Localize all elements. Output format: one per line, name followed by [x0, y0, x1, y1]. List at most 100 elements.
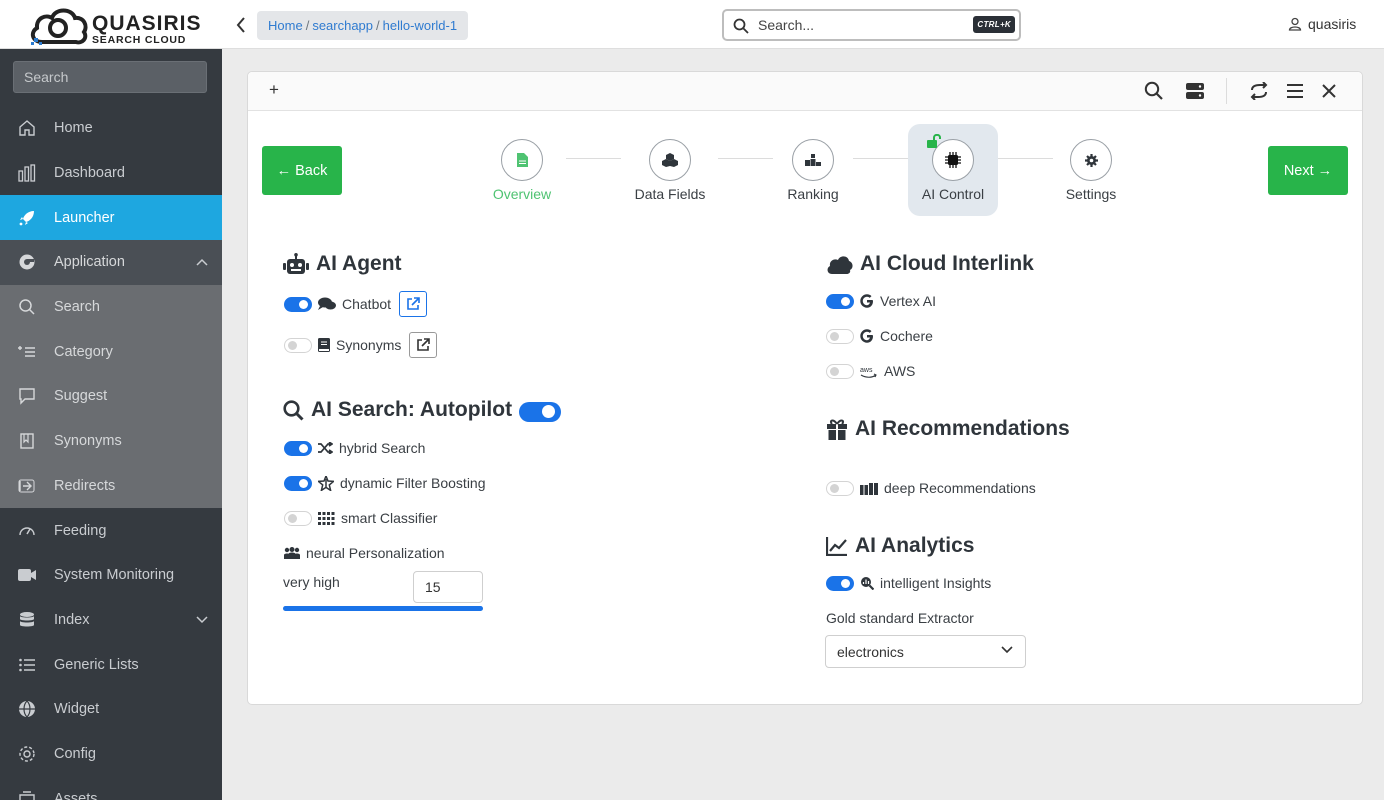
step-ranking[interactable]: Ranking — [763, 124, 863, 202]
back-button[interactable]: ← Back — [262, 146, 342, 195]
back-chevron-icon[interactable] — [232, 14, 250, 36]
level-slider-fill — [283, 606, 483, 611]
aws-toggle[interactable] — [826, 363, 854, 379]
search-icon — [17, 297, 37, 317]
chatbot-row: Chatbot — [284, 291, 428, 317]
sidebar-item-label: System Monitoring — [54, 567, 175, 584]
cochere-label: Cochere — [880, 328, 933, 344]
level-slider[interactable] — [283, 606, 483, 611]
sidebar: Home Dashboard Launcher Application Sear… — [0, 49, 222, 800]
cochere-row: Cochere — [826, 328, 933, 344]
sidebar-search[interactable] — [13, 61, 207, 93]
sidebar-item-launcher[interactable]: Launcher — [0, 195, 222, 241]
section-title-text: AI Recommendations — [855, 417, 1070, 440]
sidebar-item-system-monitoring[interactable]: System Monitoring — [0, 553, 222, 598]
deep-recommendations-toggle[interactable] — [826, 480, 854, 496]
sidebar-item-redirects[interactable]: Redirects — [0, 463, 222, 509]
chatbot-open-button[interactable] — [399, 291, 428, 317]
section-title-text: AI Agent — [316, 252, 402, 275]
ai-analytics-title: AI Analytics — [826, 534, 974, 558]
chevron-down-icon — [1001, 646, 1013, 654]
google-icon — [860, 294, 873, 308]
step-data-fields[interactable]: Data Fields — [620, 124, 720, 202]
sidebar-item-widget[interactable]: Widget — [0, 687, 222, 732]
global-search-input[interactable] — [758, 16, 958, 34]
menu-icon[interactable] — [1284, 80, 1306, 102]
next-button[interactable]: Next → — [1268, 146, 1348, 195]
chatbot-label: Chatbot — [342, 296, 392, 312]
sidebar-item-index[interactable]: Index — [0, 598, 222, 643]
top-bar: QUASIRIS SEARCH CLOUD Home / searchapp / h… — [0, 0, 1384, 49]
smart-classifier-toggle[interactable] — [284, 510, 312, 526]
step-label: AI Control — [921, 186, 985, 202]
dynamic-boosting-row: dynamic Filter Boosting — [284, 475, 486, 491]
ai-search-title: AI Search: Autopilot — [283, 398, 562, 422]
sidebar-item-synonyms[interactable]: Synonyms — [0, 418, 222, 464]
sidebar-search-input[interactable] — [14, 62, 206, 92]
intelligent-insights-toggle[interactable] — [826, 575, 854, 591]
step-overview[interactable]: Overview — [472, 124, 572, 202]
shortcut-badge: CTRL+K — [973, 16, 1015, 33]
hybrid-search-row: hybrid Search — [284, 440, 425, 456]
sidebar-item-category[interactable]: Category — [0, 329, 222, 375]
chatbot-toggle[interactable] — [284, 296, 312, 312]
intelligent-insights-label: intelligent Insights — [880, 575, 992, 591]
add-button[interactable]: + — [269, 80, 279, 100]
sidebar-item-search[interactable]: Search — [0, 284, 222, 330]
comments-icon — [318, 297, 336, 310]
cochere-toggle[interactable] — [826, 328, 854, 344]
deep-recommendations-row: deep Recommendations — [826, 480, 1036, 496]
sidebar-item-label: Search — [54, 299, 100, 316]
hybrid-search-toggle[interactable] — [284, 440, 312, 456]
server-icon[interactable] — [1184, 80, 1206, 102]
chevron-up-icon — [196, 259, 208, 266]
gift-icon — [827, 419, 847, 440]
breadcrumb-home[interactable]: Home — [268, 18, 303, 33]
user-menu[interactable]: quasiris — [1288, 16, 1356, 32]
sidebar-item-dashboard[interactable]: Dashboard — [0, 151, 222, 196]
sidebar-item-config[interactable]: Config — [0, 732, 222, 777]
search-icon — [283, 399, 304, 421]
globe-icon — [17, 699, 37, 719]
sidebar-item-home[interactable]: Home — [0, 106, 222, 151]
logo[interactable]: QUASIRIS SEARCH CLOUD — [28, 4, 208, 48]
user-icon — [1288, 17, 1302, 31]
dynamic-boosting-toggle[interactable] — [284, 475, 312, 491]
breadcrumb-hello-world[interactable]: hello-world-1 — [383, 18, 457, 33]
bar-chart-icon — [17, 163, 37, 183]
sidebar-item-label: Index — [54, 611, 90, 628]
extractor-label: Gold standard Extractor — [826, 610, 974, 626]
step-settings[interactable]: Settings — [1041, 124, 1141, 202]
neural-personalization-label: neural Personalization — [306, 545, 445, 561]
smart-classifier-label: smart Classifier — [341, 510, 438, 526]
cloud-logo-icon — [30, 8, 88, 45]
extractor-select[interactable]: electronics — [825, 635, 1026, 668]
sidebar-item-feeding[interactable]: Feeding — [0, 508, 222, 553]
sidebar-item-suggest[interactable]: Suggest — [0, 374, 222, 419]
autopilot-toggle[interactable] — [519, 401, 562, 422]
section-title-text: AI Analytics — [855, 534, 975, 557]
sync-icon[interactable] — [1248, 80, 1270, 102]
step-label: Settings — [1065, 186, 1117, 202]
google-icon — [860, 329, 873, 343]
step-ai-control[interactable]: AI Control — [903, 124, 1003, 202]
sidebar-item-application[interactable]: Application — [0, 240, 222, 285]
level-input[interactable] — [413, 571, 483, 603]
global-search[interactable]: CTRL+K — [722, 9, 1021, 41]
search-icon[interactable] — [1143, 80, 1165, 102]
sidebar-item-generic-lists[interactable]: Generic Lists — [0, 642, 222, 687]
synonyms-toggle[interactable] — [284, 337, 312, 353]
vertex-ai-toggle[interactable] — [826, 293, 854, 309]
synonyms-open-button[interactable] — [409, 332, 438, 358]
level-input-field[interactable] — [414, 572, 482, 602]
sidebar-item-label: Feeding — [54, 522, 107, 539]
users-icon — [284, 547, 300, 559]
aws-row: aws AWS — [826, 363, 915, 379]
close-icon[interactable] — [1318, 80, 1340, 102]
gifts-icon — [860, 483, 878, 495]
breadcrumb-searchapp[interactable]: searchapp — [312, 18, 373, 33]
sidebar-item-label: Redirects — [54, 477, 116, 494]
section-title-text: AI Cloud Interlink — [860, 252, 1034, 275]
deep-recommendations-label: deep Recommendations — [884, 480, 1036, 496]
sidebar-item-assets[interactable]: Assets — [0, 776, 222, 800]
